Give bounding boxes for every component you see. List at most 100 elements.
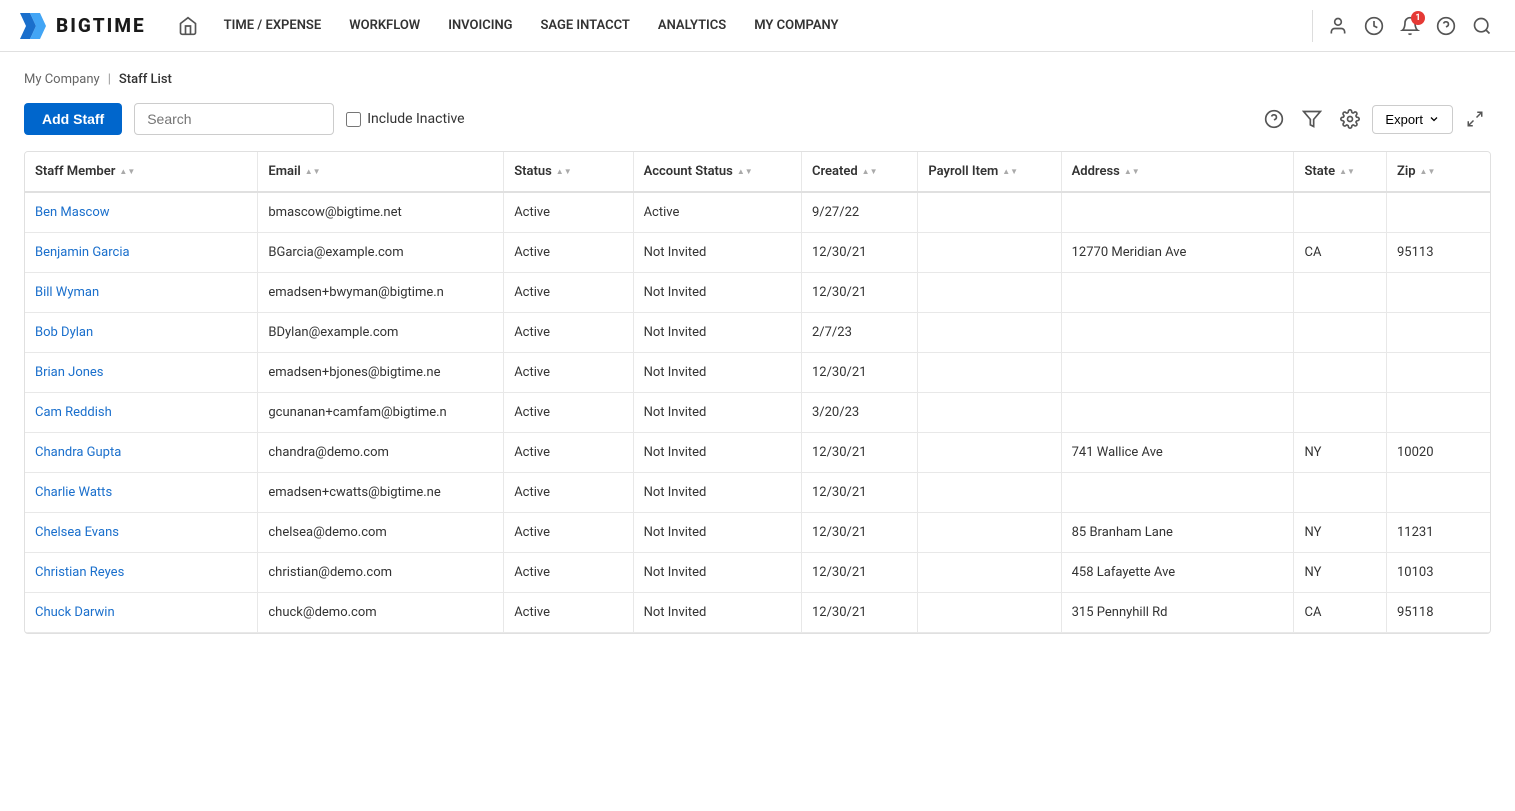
nav-item-time-expense[interactable]: TIME / EXPENSE — [210, 0, 336, 52]
cell-state: CA — [1294, 593, 1387, 633]
add-staff-button[interactable]: Add Staff — [24, 103, 122, 135]
cell-staff-member: Bob Dylan — [25, 313, 258, 353]
col-header-status[interactable]: Status ▲▼ — [504, 152, 633, 192]
cell-status: Active — [504, 553, 633, 593]
top-nav: BIGTIME TIME / EXPENSE WORKFLOW INVOICIN… — [0, 0, 1515, 52]
cell-email: BDylan@example.com — [258, 313, 504, 353]
cell-account-status: Not Invited — [633, 593, 801, 633]
table-help-icon-button[interactable] — [1258, 103, 1290, 135]
table-row: Brian Jonesemadsen+bjones@bigtime.neActi… — [25, 353, 1490, 393]
staff-member-link[interactable]: Chandra Gupta — [35, 445, 121, 460]
nav-item-analytics[interactable]: ANALYTICS — [644, 0, 740, 52]
col-header-zip[interactable]: Zip ▲▼ — [1386, 152, 1490, 192]
cell-created: 12/30/21 — [801, 233, 917, 273]
cell-status: Active — [504, 273, 633, 313]
logo-area[interactable]: BIGTIME — [16, 9, 146, 43]
cell-payroll-item — [918, 353, 1061, 393]
staff-member-link[interactable]: Charlie Watts — [35, 485, 112, 500]
clock-icon-button[interactable] — [1357, 9, 1391, 43]
page-content: My Company | Staff List Add Staff Includ… — [0, 52, 1515, 654]
settings-icon-button[interactable] — [1334, 103, 1366, 135]
staff-member-link[interactable]: Bob Dylan — [35, 325, 93, 340]
gear-icon — [1340, 109, 1360, 129]
filter-icon — [1302, 109, 1322, 129]
cell-account-status: Not Invited — [633, 393, 801, 433]
search-input[interactable] — [134, 103, 334, 135]
profile-icon-button[interactable] — [1321, 9, 1355, 43]
cell-email: christian@demo.com — [258, 553, 504, 593]
cell-address: 12770 Meridian Ave — [1061, 233, 1294, 273]
search-icon-button[interactable] — [1465, 9, 1499, 43]
staff-member-link[interactable]: Brian Jones — [35, 365, 104, 380]
export-button[interactable]: Export — [1372, 105, 1453, 134]
table-scroll-container[interactable]: Staff Member ▲▼ Email ▲▼ — [25, 152, 1490, 633]
cell-created: 12/30/21 — [801, 433, 917, 473]
cell-created: 12/30/21 — [801, 273, 917, 313]
nav-item-invoicing[interactable]: INVOICING — [434, 0, 526, 52]
cell-address — [1061, 353, 1294, 393]
breadcrumb-parent-link[interactable]: My Company — [24, 72, 100, 87]
cell-email: chuck@demo.com — [258, 593, 504, 633]
col-header-state[interactable]: State ▲▼ — [1294, 152, 1387, 192]
col-header-email[interactable]: Email ▲▼ — [258, 152, 504, 192]
nav-item-my-company[interactable]: MY COMPANY — [740, 0, 852, 52]
sort-icon-account-status: ▲▼ — [737, 168, 753, 176]
cell-created: 9/27/22 — [801, 192, 917, 233]
expand-icon — [1466, 110, 1484, 128]
staff-member-link[interactable]: Cam Reddish — [35, 405, 112, 420]
cell-status: Active — [504, 393, 633, 433]
nav-item-sage-intacct[interactable]: SAGE INTACCT — [527, 0, 644, 52]
cell-created: 2/7/23 — [801, 313, 917, 353]
staff-member-link[interactable]: Chelsea Evans — [35, 525, 119, 540]
cell-payroll-item — [918, 593, 1061, 633]
cell-address: 85 Branham Lane — [1061, 513, 1294, 553]
cell-created: 12/30/21 — [801, 593, 917, 633]
home-nav-button[interactable] — [166, 0, 210, 52]
cell-email: emadsen+bwyman@bigtime.n — [258, 273, 504, 313]
cell-zip — [1386, 313, 1490, 353]
col-header-account-status[interactable]: Account Status ▲▼ — [633, 152, 801, 192]
table-row: Ben Mascowbmascow@bigtime.netActiveActiv… — [25, 192, 1490, 233]
cell-staff-member: Chelsea Evans — [25, 513, 258, 553]
nav-item-workflow[interactable]: WORKFLOW — [335, 0, 434, 52]
col-header-staff-member[interactable]: Staff Member ▲▼ — [25, 152, 258, 192]
col-header-created[interactable]: Created ▲▼ — [801, 152, 917, 192]
sort-icon-staff-member: ▲▼ — [119, 168, 135, 176]
col-header-address[interactable]: Address ▲▼ — [1061, 152, 1294, 192]
cell-state — [1294, 192, 1387, 233]
fullscreen-button[interactable] — [1459, 103, 1491, 135]
sort-icon-state: ▲▼ — [1339, 168, 1355, 176]
cell-staff-member: Benjamin Garcia — [25, 233, 258, 273]
table-row: Chandra Guptachandra@demo.comActiveNot I… — [25, 433, 1490, 473]
filter-icon-button[interactable] — [1296, 103, 1328, 135]
staff-member-link[interactable]: Christian Reyes — [35, 565, 124, 580]
staff-member-link[interactable]: Chuck Darwin — [35, 605, 115, 620]
include-inactive-label[interactable]: Include Inactive — [346, 111, 464, 127]
table-row: Bob DylanBDylan@example.comActiveNot Inv… — [25, 313, 1490, 353]
table-row: Benjamin Garcia BGarcia@example.comActive… — [25, 233, 1490, 273]
cell-status: Active — [504, 233, 633, 273]
col-header-payroll-item[interactable]: Payroll Item ▲▼ — [918, 152, 1061, 192]
cell-account-status: Not Invited — [633, 433, 801, 473]
include-inactive-checkbox[interactable] — [346, 112, 361, 127]
cell-zip: 11231 — [1386, 513, 1490, 553]
notifications-icon-button[interactable]: 1 — [1393, 9, 1427, 43]
cell-status: Active — [504, 353, 633, 393]
cell-zip — [1386, 473, 1490, 513]
nav-items: TIME / EXPENSE WORKFLOW INVOICING SAGE I… — [210, 0, 1304, 52]
cell-account-status: Not Invited — [633, 273, 801, 313]
cell-payroll-item — [918, 513, 1061, 553]
staff-member-link[interactable]: Benjamin Garcia — [35, 245, 130, 260]
cell-email: BGarcia@example.com — [258, 233, 504, 273]
cell-email: chelsea@demo.com — [258, 513, 504, 553]
user-icon — [1328, 16, 1348, 36]
sort-icon-email: ▲▼ — [305, 168, 321, 176]
help-icon-button[interactable] — [1429, 9, 1463, 43]
staff-member-link[interactable]: Bill Wyman — [35, 285, 99, 300]
cell-staff-member: Christian Reyes — [25, 553, 258, 593]
cell-staff-member: Chuck Darwin — [25, 593, 258, 633]
cell-zip — [1386, 393, 1490, 433]
circle-help-icon — [1264, 109, 1284, 129]
sort-icon-payroll-item: ▲▼ — [1002, 168, 1018, 176]
staff-member-link[interactable]: Ben Mascow — [35, 205, 110, 220]
